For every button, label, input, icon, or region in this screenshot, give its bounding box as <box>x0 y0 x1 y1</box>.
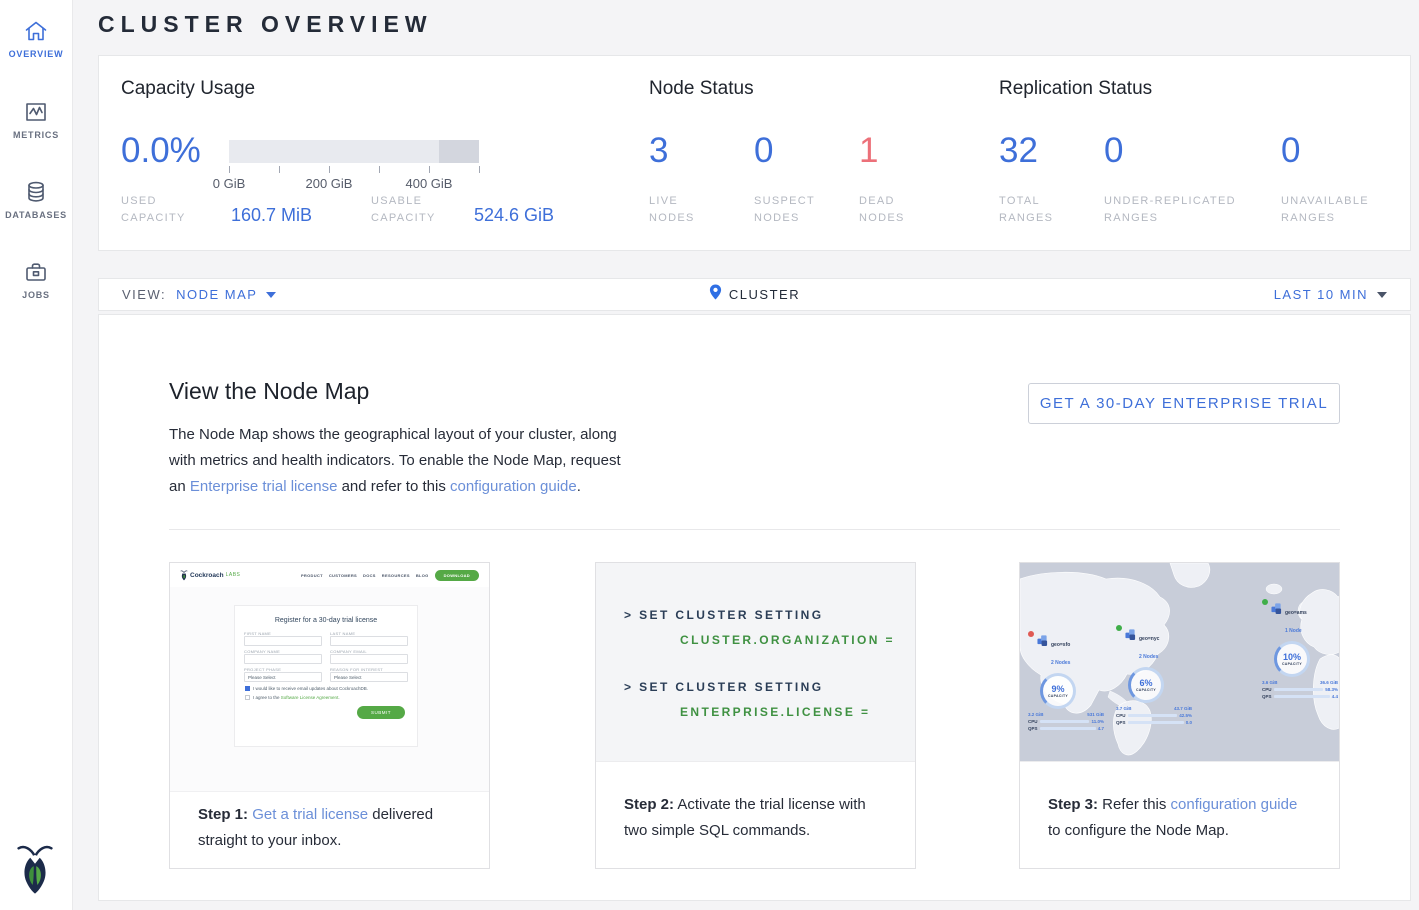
capacity-usage-title: Capacity Usage <box>121 78 255 100</box>
sidebar-item-databases[interactable]: DATABASES <box>0 179 72 220</box>
configuration-guide-link[interactable]: configuration guide <box>450 478 577 495</box>
total-ranges-label: TOTALRANGES <box>999 193 1089 227</box>
divider <box>169 529 1340 530</box>
usable-capacity-value: 524.6 GiB <box>474 205 554 226</box>
sql-commands-block: > SET CLUSTER SETTING CLUSTER.ORGANIZATI… <box>596 563 915 762</box>
chevron-down-icon <box>266 292 276 298</box>
unavailable-ranges-label: UNAVAILABLERANGES <box>1281 193 1391 227</box>
trial-registration-form: Register for a 30-day trial license FIRS… <box>234 605 418 747</box>
node-badge-nyc: geo=nyc2 Nodes 6% CAPACITY 3.7 GiB43.7 G… <box>1116 627 1192 725</box>
location-pin-icon <box>709 284 722 305</box>
cluster-summary-panel: Capacity Usage 0.0% 0 GiB 200 GiB 400 Gi… <box>98 55 1411 251</box>
dead-nodes-count: 1 <box>859 131 878 171</box>
suspect-nodes-count: 0 <box>754 131 773 171</box>
node-badge-sfo: geo=sfo2 Nodes 9% CAPACITY 3.2 GiB531 Gi… <box>1028 633 1104 731</box>
nav-customers[interactable]: CUSTOMERS <box>329 573 357 578</box>
step-3-caption: Step 3: Refer this configuration guide t… <box>1020 762 1339 844</box>
capacity-donut: 6% CAPACITY <box>1128 667 1164 703</box>
nav-docs[interactable]: DOCS <box>363 573 376 578</box>
submit-button[interactable]: SUBMIT <box>357 706 405 719</box>
cluster-breadcrumb: CLUSTER <box>729 287 800 302</box>
form-title: Register for a 30-day trial license <box>235 617 417 624</box>
chevron-down-icon <box>1377 292 1387 298</box>
capacity-donut: 10% CAPACITY <box>1274 641 1310 677</box>
under-replicated-ranges-label: UNDER-REPLICATEDRANGES <box>1104 193 1264 227</box>
step-3-card: geo=sfo2 Nodes 9% CAPACITY 3.2 GiB531 Gi… <box>1019 562 1340 869</box>
view-label: VIEW: <box>122 287 166 302</box>
gauge-tick-400: 400 GiB <box>394 176 464 191</box>
sidebar: OVERVIEW METRICS DATABASES <box>0 0 73 910</box>
dead-nodes-label: DEADNODES <box>859 193 949 227</box>
step-2-caption: Step 2: Activate the trial license with … <box>596 762 915 844</box>
company-name-field[interactable] <box>244 654 322 664</box>
cockroach-labs-logo: Cockroach LABS <box>180 570 240 581</box>
last-name-field[interactable] <box>330 636 408 646</box>
nav-product[interactable]: PRODUCT <box>301 573 323 578</box>
sidebar-item-label: DATABASES <box>0 210 72 220</box>
nav-resources[interactable]: RESOURCES <box>382 573 410 578</box>
briefcase-icon <box>0 259 72 285</box>
sidebar-item-label: OVERVIEW <box>0 49 72 59</box>
view-selector-dropdown[interactable]: NODE MAP <box>176 287 276 302</box>
nav-blog[interactable]: BLOG <box>416 573 429 578</box>
sidebar-item-label: JOBS <box>0 290 72 300</box>
enterprise-trial-license-link[interactable]: Enterprise trial license <box>190 478 338 495</box>
step-2-card: > SET CLUSTER SETTING CLUSTER.ORGANIZATI… <box>595 562 916 869</box>
capacity-gauge-reserved-segment <box>439 140 479 163</box>
time-range-dropdown[interactable]: LAST 10 MIN <box>1274 287 1387 302</box>
step-1-caption: Step 1: Get a trial license delivered st… <box>170 792 489 854</box>
license-agreement-checkbox[interactable] <box>245 695 250 700</box>
company-email-field[interactable] <box>330 654 408 664</box>
section-description: The Node Map shows the geographical layo… <box>169 422 631 500</box>
used-capacity-value: 160.7 MiB <box>231 205 312 226</box>
node-badge-ams: geo=ams1 Node 10% CAPACITY 3.6 GiB36.6 G… <box>1262 601 1338 699</box>
home-icon <box>0 18 72 44</box>
cluster-overview-page: OVERVIEW METRICS DATABASES <box>0 0 1419 910</box>
sidebar-item-label: METRICS <box>0 130 72 140</box>
enterprise-trial-button[interactable]: GET A 30-DAY ENTERPRISE TRIAL <box>1028 383 1340 424</box>
node-stack-icon <box>1125 627 1136 645</box>
live-nodes-label: LIVENODES <box>649 193 739 227</box>
under-replicated-ranges-count: 0 <box>1104 131 1123 171</box>
unavailable-ranges-count: 0 <box>1281 131 1300 171</box>
database-icon <box>0 179 72 205</box>
node-stack-icon <box>1037 633 1048 651</box>
reason-for-interest-select[interactable]: Please Select <box>330 672 408 682</box>
step-1-card: Cockroach LABS PRODUCT CUSTOMERS DOCS RE… <box>169 562 490 869</box>
capacity-used-percent: 0.0% <box>121 131 201 171</box>
used-capacity-label: USED CAPACITY <box>121 193 216 227</box>
sidebar-item-jobs[interactable]: JOBS <box>0 259 72 300</box>
sidebar-item-overview[interactable]: OVERVIEW <box>0 18 72 59</box>
download-button[interactable]: DOWNLOAD <box>435 570 479 581</box>
capacity-gauge <box>229 140 479 163</box>
metrics-icon <box>0 99 72 125</box>
section-heading: View the Node Map <box>169 378 369 405</box>
sidebar-item-metrics[interactable]: METRICS <box>0 99 72 140</box>
node-stack-icon <box>1271 601 1282 619</box>
cockroach-labs-logo-icon <box>15 843 55 902</box>
trial-registration-thumbnail: Cockroach LABS PRODUCT CUSTOMERS DOCS RE… <box>170 563 489 792</box>
suspect-nodes-label: SUSPECTNODES <box>754 193 844 227</box>
node-map-thumbnail: geo=sfo2 Nodes 9% CAPACITY 3.2 GiB531 Gi… <box>1020 563 1339 762</box>
node-map-promo-panel: View the Node Map The Node Map shows the… <box>98 314 1411 901</box>
live-nodes-count: 3 <box>649 131 668 171</box>
gauge-tick-200: 200 GiB <box>294 176 364 191</box>
configuration-guide-link[interactable]: configuration guide <box>1171 796 1298 813</box>
status-dot-green-icon <box>1262 599 1268 605</box>
view-bar: VIEW: NODE MAP CLUSTER LAST 10 MIN <box>98 278 1411 311</box>
page-title: CLUSTER OVERVIEW <box>98 11 433 38</box>
status-dot-green-icon <box>1116 625 1122 631</box>
node-status-title: Node Status <box>649 78 754 100</box>
replication-status-title: Replication Status <box>999 78 1152 100</box>
get-trial-license-link[interactable]: Get a trial license <box>252 806 368 823</box>
gauge-tick-0: 0 GiB <box>194 176 264 191</box>
email-updates-checkbox[interactable] <box>245 686 250 691</box>
total-ranges-count: 32 <box>999 131 1038 171</box>
capacity-donut: 9% CAPACITY <box>1040 673 1076 709</box>
first-name-field[interactable] <box>244 636 322 646</box>
usable-capacity-label: USABLE CAPACITY <box>371 193 466 227</box>
project-phase-select[interactable]: Please Select <box>244 672 322 682</box>
software-license-agreement-link[interactable]: Software License Agreement <box>281 695 339 700</box>
status-dot-red-icon <box>1028 631 1034 637</box>
